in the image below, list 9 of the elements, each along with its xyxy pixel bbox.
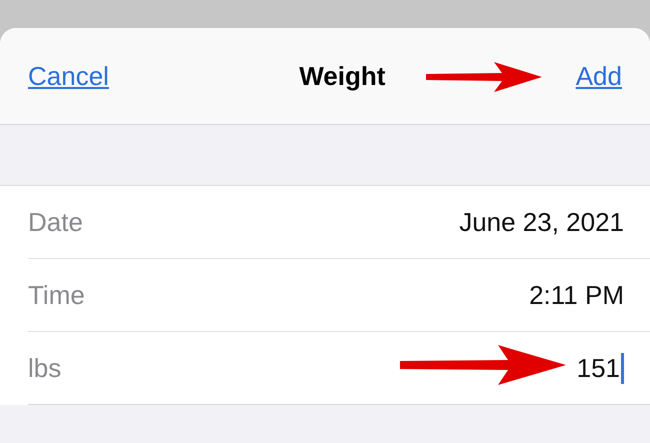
cancel-link[interactable]: Cancel bbox=[28, 60, 109, 92]
field-label: lbs bbox=[28, 352, 62, 384]
field-value: June 23, 2021 bbox=[459, 206, 624, 238]
field-label: Time bbox=[28, 280, 85, 310]
weight-input[interactable]: 151 bbox=[576, 352, 624, 384]
add-link[interactable]: Add bbox=[576, 60, 622, 92]
field-label: Date bbox=[28, 206, 83, 238]
field-value: 2:11 PM bbox=[529, 280, 624, 310]
sheet-title: Weight bbox=[299, 60, 386, 92]
